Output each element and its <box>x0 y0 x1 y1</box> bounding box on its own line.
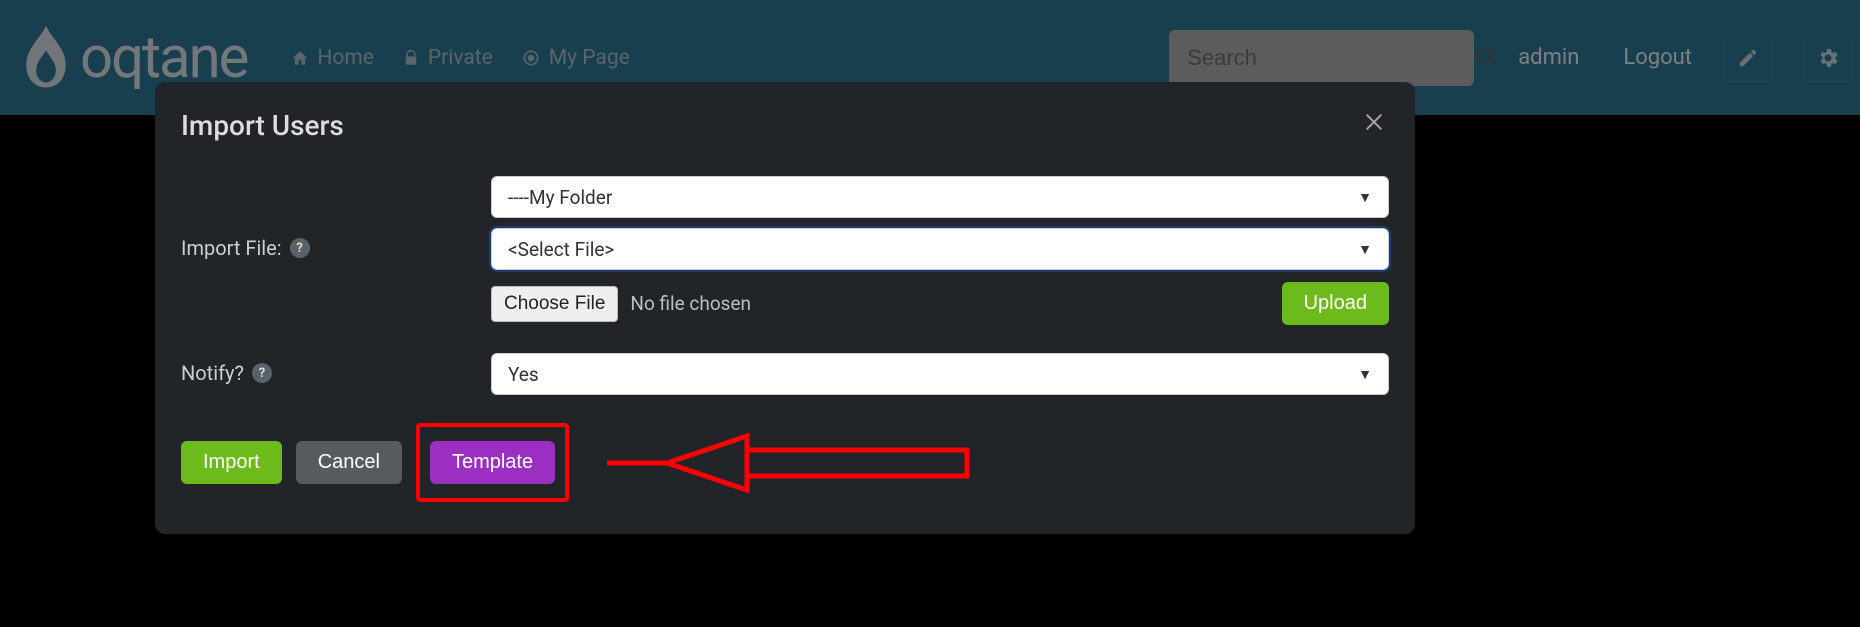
file-select-value: <Select File> <box>508 238 614 261</box>
import-users-modal: Import Users Import File: ? ----My Folde… <box>155 82 1415 534</box>
close-button[interactable] <box>1359 106 1389 144</box>
folder-select[interactable]: ----My Folder ▼ <box>491 176 1389 218</box>
template-button[interactable]: Template <box>430 441 555 484</box>
annotation-arrow-icon <box>597 428 977 498</box>
close-icon <box>1363 111 1385 133</box>
chevron-down-icon: ▼ <box>1358 241 1372 258</box>
import-file-row: Import File: ? ----My Folder ▼ <Select F… <box>181 176 1389 325</box>
import-file-controls: ----My Folder ▼ <Select File> ▼ Choose F… <box>491 176 1389 325</box>
help-icon[interactable]: ? <box>252 363 272 383</box>
chevron-down-icon: ▼ <box>1358 366 1372 383</box>
notify-label-col: Notify? ? <box>181 353 491 385</box>
upload-button[interactable]: Upload <box>1282 282 1389 325</box>
file-select[interactable]: <Select File> ▼ <box>491 228 1389 270</box>
import-file-label: Import File: <box>181 236 282 260</box>
import-button[interactable]: Import <box>181 441 282 484</box>
import-file-label-col: Import File: ? <box>181 176 491 260</box>
help-icon[interactable]: ? <box>290 238 310 258</box>
notify-controls: Yes ▼ <box>491 353 1389 395</box>
notify-select[interactable]: Yes ▼ <box>491 353 1389 395</box>
notify-label: Notify? <box>181 361 244 385</box>
no-file-text: No file chosen <box>630 292 751 315</box>
notify-select-value: Yes <box>508 363 539 386</box>
modal-actions: Import Cancel Template <box>181 423 1389 502</box>
choose-file-button[interactable]: Choose File <box>491 286 618 322</box>
modal-header: Import Users <box>181 106 1389 144</box>
annotation-highlight: Template <box>416 423 569 502</box>
notify-row: Notify? ? Yes ▼ <box>181 353 1389 395</box>
file-upload-row: Choose File No file chosen Upload <box>491 282 1389 325</box>
modal-title: Import Users <box>181 109 344 142</box>
chevron-down-icon: ▼ <box>1358 189 1372 206</box>
cancel-button[interactable]: Cancel <box>296 441 402 484</box>
folder-select-value: ----My Folder <box>508 186 612 209</box>
